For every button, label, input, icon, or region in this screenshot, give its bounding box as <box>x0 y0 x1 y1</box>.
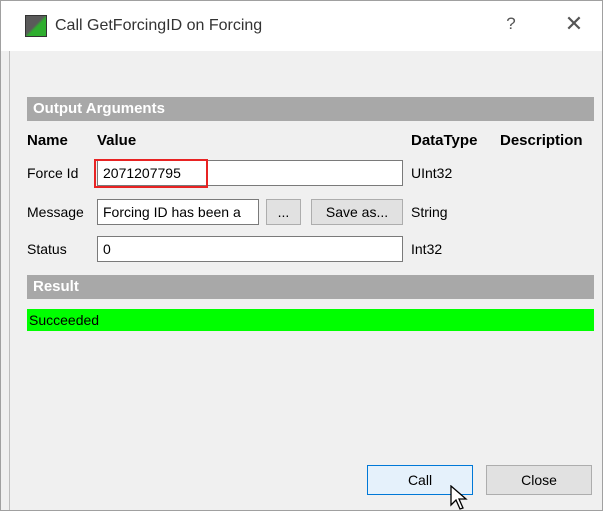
message-datatype: String <box>411 204 448 220</box>
output-arguments-header: Output Arguments <box>27 97 594 121</box>
save-as-button[interactable]: Save as... <box>311 199 403 225</box>
result-status-bar: Succeeded <box>27 309 594 331</box>
status-field[interactable]: 0 <box>97 236 403 262</box>
force-id-datatype: UInt32 <box>411 165 453 181</box>
message-field[interactable]: Forcing ID has been a <box>97 199 259 225</box>
force-id-field[interactable]: 2071207795 <box>97 160 403 186</box>
column-header-name: Name <box>27 132 68 149</box>
mouse-cursor-icon <box>450 485 468 510</box>
app-icon <box>25 15 47 37</box>
status-datatype: Int32 <box>411 241 443 257</box>
column-header-datatype: DataType <box>411 132 478 149</box>
close-icon[interactable]: ✕ <box>563 12 585 36</box>
message-label: Message <box>27 204 84 220</box>
message-expand-button[interactable]: ... <box>266 199 301 225</box>
title-bar[interactable]: Call GetForcingID on Forcing ? ✕ <box>1 1 602 51</box>
status-label: Status <box>27 241 67 257</box>
panel-divider <box>9 51 10 510</box>
help-icon[interactable]: ? <box>501 14 521 36</box>
window-title: Call GetForcingID on Forcing <box>55 17 263 34</box>
column-header-description: Description <box>500 132 583 149</box>
dialog-window: Call GetForcingID on Forcing ? ✕ Output … <box>0 0 603 511</box>
result-header: Result <box>27 275 594 299</box>
force-id-label: Force Id <box>27 165 79 181</box>
column-header-value: Value <box>97 132 137 149</box>
close-button[interactable]: Close <box>486 465 592 495</box>
